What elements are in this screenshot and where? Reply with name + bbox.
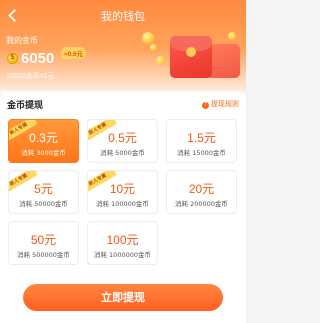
withdraw-option-5[interactable]: 20元 消耗 200000金币: [166, 170, 237, 214]
red-envelope-icon: [170, 36, 212, 78]
option-cost: 消耗 500000金币: [17, 251, 70, 259]
withdraw-now-button[interactable]: 立即提现: [23, 284, 223, 311]
withdraw-option-3[interactable]: 新人专属 5元 消耗 50000金币: [8, 170, 79, 214]
option-amount: 20元: [188, 182, 215, 196]
withdraw-option-1[interactable]: 新人专属 0.5元 消耗 5000金币: [87, 119, 158, 163]
withdraw-option-6[interactable]: 50元 消耗 500000金币: [8, 221, 79, 265]
coin-icon: [150, 44, 157, 51]
withdraw-option-7[interactable]: 100元 消耗 1000000金币: [87, 221, 158, 265]
cash-equivalent-badge: ≈0.6元: [61, 47, 87, 59]
option-amount: 10元: [109, 182, 136, 196]
exchange-rate-text: 10000金币=1元: [6, 73, 55, 80]
option-amount: 100元: [106, 233, 139, 247]
coin-icon: [228, 32, 236, 40]
option-cost: 消耗 50000金币: [19, 200, 68, 208]
option-amount: 1.5元: [187, 131, 216, 145]
coin-icon: [142, 32, 154, 44]
withdraw-option-2[interactable]: 1.5元 消耗 15000金币: [166, 119, 237, 163]
option-amount: 0.3元: [29, 131, 58, 145]
option-cost: 消耗 3000金币: [21, 149, 66, 157]
coin-icon: [156, 56, 165, 65]
withdraw-option-4[interactable]: 新人专属 10元 消耗 100000金币: [87, 170, 158, 214]
option-amount: 0.5元: [108, 131, 137, 145]
info-icon: !: [202, 102, 209, 109]
withdraw-rules-link[interactable]: ! 提现规则: [202, 99, 239, 109]
option-cost: 消耗 5000金币: [100, 149, 145, 157]
coin-balance: 6050: [21, 50, 55, 67]
option-amount: 50元: [30, 233, 57, 247]
withdraw-rules-label: 提现规则: [211, 100, 239, 108]
option-cost: 消耗 15000金币: [177, 149, 226, 157]
option-cost: 消耗 100000金币: [96, 200, 149, 208]
my-coins-label: 我的金币: [6, 36, 38, 45]
option-cost: 消耗 200000金币: [175, 200, 228, 208]
page-title: 我的钱包: [101, 10, 145, 23]
withdraw-option-0[interactable]: 新人专属 0.3元 消耗 3000金币: [8, 119, 79, 163]
red-envelope-illustration: [136, 26, 246, 88]
coin-icon: [7, 53, 18, 64]
option-cost: 消耗 1000000金币: [93, 251, 151, 259]
option-amount: 5元: [34, 182, 53, 196]
section-title: 金币提现: [7, 101, 44, 111]
